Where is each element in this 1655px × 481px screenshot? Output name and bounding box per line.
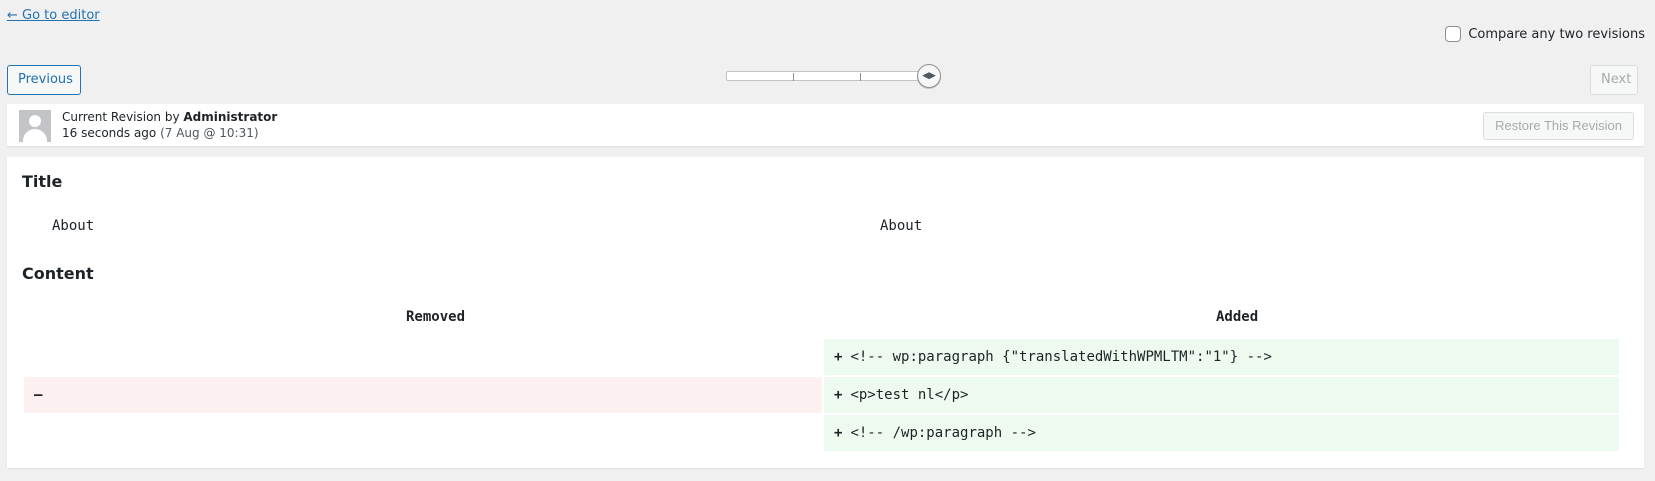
diff-panel: Title About About Content Removed Added … xyxy=(7,157,1644,468)
plus-icon: + xyxy=(834,387,843,403)
added-line-text: <!-- /wp:paragraph --> xyxy=(850,425,1036,441)
compare-checkbox[interactable] xyxy=(1445,26,1462,42)
title-new-value: About xyxy=(880,218,923,234)
minus-icon: – xyxy=(34,387,43,403)
revisions-page: ← Go to editor Compare any two revisions… xyxy=(0,0,1655,481)
revision-label: Current Revision by xyxy=(62,110,184,124)
added-column-header: Added xyxy=(1216,309,1259,325)
revision-slider[interactable]: ◀▶ xyxy=(726,64,941,88)
slider-handle[interactable]: ◀▶ xyxy=(917,64,941,88)
revision-timestamp: (7 Aug @ 10:31) xyxy=(160,126,259,140)
removed-column-header: Removed xyxy=(406,309,466,325)
revision-info: Current Revision by Administrator 16 sec… xyxy=(62,109,277,141)
avatar xyxy=(19,110,51,142)
slider-track[interactable] xyxy=(726,71,928,81)
slider-tick xyxy=(793,73,794,81)
next-button[interactable]: Next xyxy=(1590,65,1638,95)
restore-revision-button[interactable]: Restore This Revision xyxy=(1483,112,1634,140)
revision-time-ago: 16 seconds ago xyxy=(62,126,157,140)
slider-tick xyxy=(860,73,861,81)
diff-line-added: + <!-- wp:paragraph {"translatedWithWPML… xyxy=(824,339,1619,375)
plus-icon: + xyxy=(834,425,843,441)
content-section-heading: Content xyxy=(22,264,94,283)
previous-button[interactable]: Previous xyxy=(7,65,81,95)
revision-meta-bar: Current Revision by Administrator 16 sec… xyxy=(7,104,1644,146)
compare-revisions-toggle[interactable]: Compare any two revisions xyxy=(1445,26,1645,42)
diff-line-added: + <!-- /wp:paragraph --> xyxy=(824,415,1619,451)
go-to-editor-link[interactable]: ← Go to editor xyxy=(7,8,100,23)
title-section-heading: Title xyxy=(22,172,63,191)
arrows-left-right-icon: ◀▶ xyxy=(922,71,936,81)
diff-line-removed: – xyxy=(24,377,822,413)
title-old-value: About xyxy=(52,218,95,234)
compare-label: Compare any two revisions xyxy=(1468,26,1645,42)
added-line-text: <!-- wp:paragraph {"translatedWithWPMLTM… xyxy=(850,349,1272,365)
revision-author: Administrator xyxy=(183,110,278,124)
plus-icon: + xyxy=(834,349,843,365)
diff-line-added: + <p>test nl</p> xyxy=(824,377,1619,413)
added-line-text: <p>test nl</p> xyxy=(850,387,969,403)
